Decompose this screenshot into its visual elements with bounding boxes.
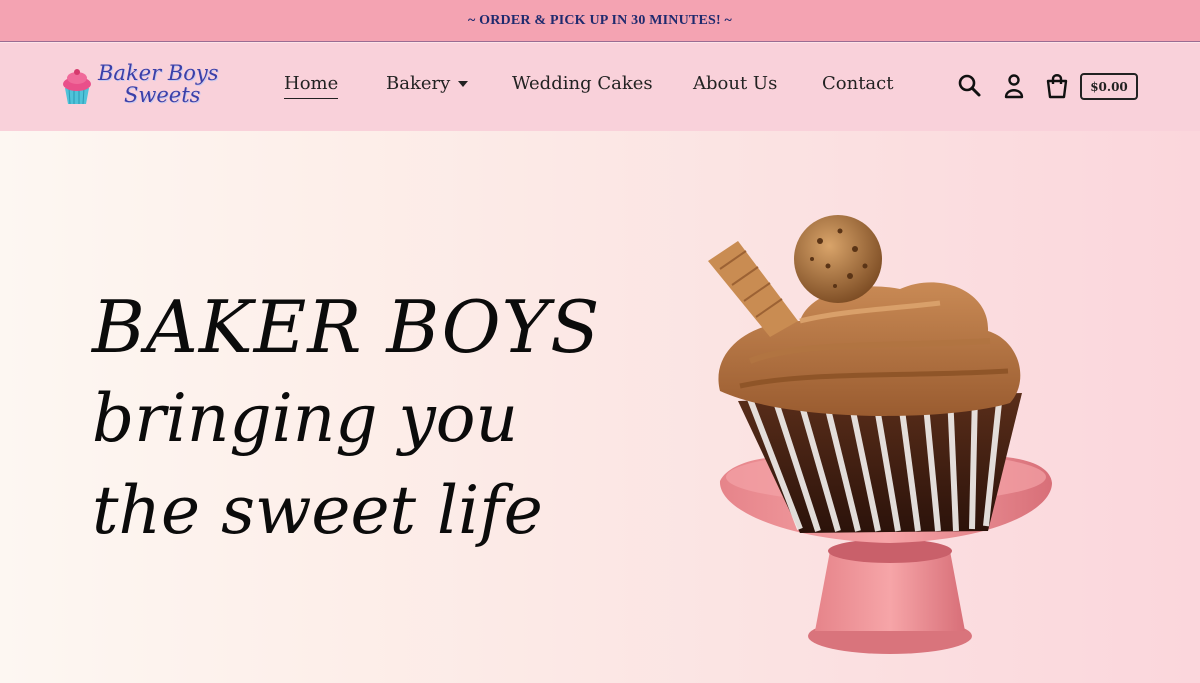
- cupcake-logo-icon: [63, 69, 91, 105]
- logo-text-line2: Sweets: [124, 83, 201, 107]
- logo-text-line1: Baker Boys: [98, 61, 219, 85]
- announcement-bar: ~ ORDER & PICK UP IN 30 MINUTES! ~: [0, 0, 1200, 42]
- nav-bakery[interactable]: Bakery: [386, 73, 469, 94]
- hero-headline: BAKER BOYS bringing you the sweet life: [92, 281, 600, 557]
- search-icon[interactable]: [956, 72, 984, 100]
- site-header: Baker Boys Sweets Home Bakery Wedding Ca…: [0, 43, 1200, 131]
- hero-line-3: the sweet life: [92, 472, 543, 549]
- chevron-down-icon: [458, 81, 469, 87]
- hero-line-2: bringing you: [92, 380, 519, 457]
- nav-about-us[interactable]: About Us: [693, 73, 777, 94]
- hero-banner: BAKER BOYS bringing you the sweet life: [0, 131, 1200, 683]
- cart-icon[interactable]: [1043, 72, 1071, 100]
- hero-line-1: BAKER BOYS: [92, 285, 601, 369]
- logo[interactable]: Baker Boys Sweets: [60, 61, 240, 115]
- nav-home[interactable]: Home: [284, 73, 339, 99]
- cart-total-badge[interactable]: $0.00: [1080, 73, 1138, 100]
- account-icon[interactable]: [1000, 72, 1028, 100]
- announcement-text: ~ ORDER & PICK UP IN 30 MINUTES! ~: [467, 12, 733, 28]
- nav-wedding-cakes[interactable]: Wedding Cakes: [512, 73, 653, 94]
- nav-contact[interactable]: Contact: [822, 73, 893, 94]
- nav-bakery-label: Bakery: [386, 73, 451, 94]
- cupcake-on-stand-image: [708, 215, 1052, 654]
